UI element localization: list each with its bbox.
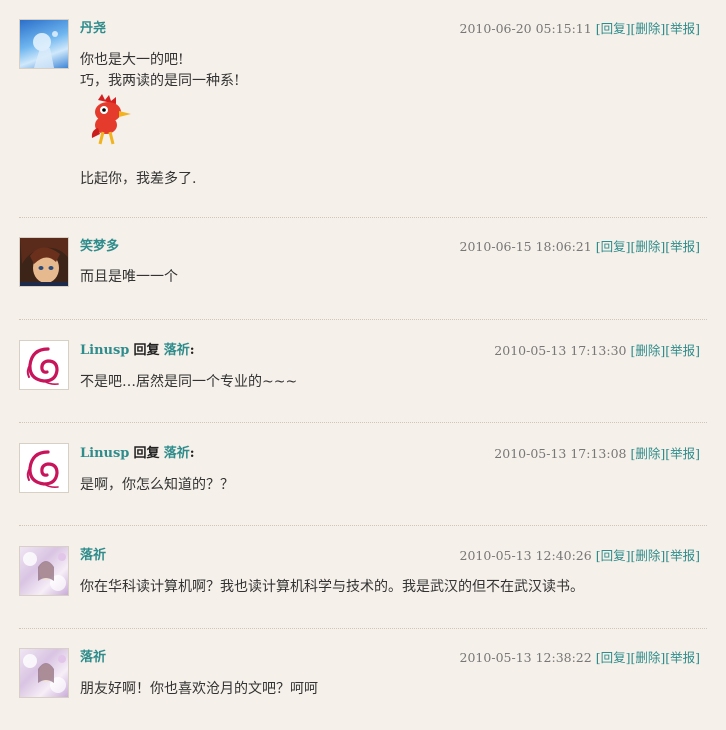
comment-divider — [19, 319, 707, 320]
comment-header: 落祈 2010-05-13 12:38:22 [回复][删除][举报] — [80, 648, 700, 668]
comment-line: 巧，我两读的是同一种系! — [80, 73, 240, 89]
comment-header: Linusp 回复 落祈: 2010-05-13 17:13:08 [删除][举… — [80, 444, 700, 464]
debian-swirl-icon — [26, 347, 59, 385]
comment-author[interactable]: Linusp — [80, 343, 129, 358]
reply-button[interactable]: [回复] — [596, 650, 631, 665]
comment-time: 2010-05-13 12:38:22 — [459, 650, 592, 665]
avatar-image-icon — [23, 552, 66, 591]
comment-item: 丹尧 2010-06-20 05:15:11 [回复][删除][举报] 你也是大… — [19, 19, 707, 209]
comment-divider — [19, 217, 707, 218]
comment-line: 是啊，你怎么知道的？？ — [80, 477, 234, 493]
delete-button[interactable]: [删除] — [630, 548, 665, 563]
comment-item: 落祈 2010-05-13 12:40:26 [回复][删除][举报] 你在华科… — [19, 546, 707, 606]
comment-meta: 2010-06-20 05:15:11 [回复][删除][举报] — [460, 19, 700, 39]
report-button[interactable]: [举报] — [665, 21, 700, 36]
comment-author[interactable]: 落祈 — [80, 548, 106, 563]
comment-body: 不是吧…居然是同一个专业的~~~ — [80, 372, 700, 393]
reply-button[interactable]: [回复] — [596, 239, 631, 254]
comment-time: 2010-05-13 17:13:30 — [494, 343, 627, 358]
avatar[interactable] — [19, 443, 69, 493]
avatar[interactable] — [19, 237, 69, 287]
rooster-emoticon-icon — [91, 94, 131, 145]
comment-item: Linusp 回复 落祈: 2010-05-13 17:13:30 [删除][举… — [19, 340, 707, 400]
delete-button[interactable]: [删除] — [630, 239, 665, 254]
report-button[interactable]: [举报] — [665, 548, 700, 563]
report-button[interactable]: [举报] — [665, 343, 700, 358]
comment-meta: 2010-05-13 12:38:22 [回复][删除][举报] — [460, 648, 700, 668]
reply-target-author[interactable]: 落祈 — [164, 446, 190, 461]
comment-line: 而且是唯一一个 — [80, 269, 178, 285]
reply-colon: : — [189, 446, 195, 461]
comment-item: 笑梦多 2010-06-15 18:06:21 [回复][删除][举报] 而且是… — [19, 237, 707, 297]
debian-swirl-icon — [26, 450, 59, 488]
delete-button[interactable]: [删除] — [630, 21, 665, 36]
comment-author[interactable]: Linusp — [80, 446, 129, 461]
comment-item: Linusp 回复 落祈: 2010-05-13 17:13:08 [删除][举… — [19, 443, 707, 503]
comment-body: 你在华科读计算机啊？我也读计算机科学与技术的。我是武汉的但不在武汉读书。 — [80, 577, 700, 598]
comment-time: 2010-05-13 17:13:08 — [494, 446, 627, 461]
delete-button[interactable]: [删除] — [630, 446, 665, 461]
reply-word: 回复 — [133, 446, 160, 461]
avatar-image-icon — [23, 654, 66, 693]
comment-time: 2010-06-20 05:15:11 — [459, 21, 592, 36]
comment-time: 2010-06-15 18:06:21 — [459, 239, 592, 254]
avatar-image-icon — [20, 238, 68, 286]
avatar[interactable] — [19, 340, 69, 390]
comment-item: 落祈 2010-05-13 12:38:22 [回复][删除][举报] 朋友好啊… — [19, 648, 707, 708]
comment-meta: 2010-05-13 12:40:26 [回复][删除][举报] — [460, 546, 700, 566]
report-button[interactable]: [举报] — [665, 446, 700, 461]
comment-line: 朋友好啊！你也喜欢沧月的文吧？呵呵 — [80, 681, 318, 697]
comment-author[interactable]: 笑梦多 — [80, 239, 119, 254]
comment-line: 不是吧…居然是同一个专业的~~~ — [80, 374, 298, 390]
avatar[interactable] — [19, 648, 69, 698]
comment-body: 朋友好啊！你也喜欢沧月的文吧？呵呵 — [80, 679, 700, 700]
comment-author[interactable]: 落祈 — [80, 650, 106, 665]
avatar[interactable] — [19, 546, 69, 596]
reply-target-author[interactable]: 落祈 — [164, 343, 190, 358]
reply-colon: : — [189, 343, 195, 358]
comment-body: 你也是大一的吧! 巧，我两读的是同一种系! 比起你，我差多了. — [80, 50, 700, 190]
comment-body: 是啊，你怎么知道的？？ — [80, 475, 700, 496]
comment-header: 笑梦多 2010-06-15 18:06:21 [回复][删除][举报] — [80, 237, 700, 257]
comment-header: Linusp 回复 落祈: 2010-05-13 17:13:30 [删除][举… — [80, 341, 700, 361]
report-button[interactable]: [举报] — [665, 239, 700, 254]
delete-button[interactable]: [删除] — [630, 343, 665, 358]
delete-button[interactable]: [删除] — [630, 650, 665, 665]
avatar-image-icon — [33, 31, 58, 68]
reply-word: 回复 — [133, 343, 160, 358]
comment-author[interactable]: 丹尧 — [80, 21, 106, 36]
comment-time: 2010-05-13 12:40:26 — [459, 548, 592, 563]
comment-meta: 2010-06-15 18:06:21 [回复][删除][举报] — [460, 237, 700, 257]
comment-meta: 2010-05-13 17:13:08 [删除][举报] — [494, 444, 700, 464]
comment-header: 落祈 2010-05-13 12:40:26 [回复][删除][举报] — [80, 546, 700, 566]
reply-button[interactable]: [回复] — [596, 21, 631, 36]
emoticon-container — [80, 92, 700, 158]
reply-button[interactable]: [回复] — [596, 548, 631, 563]
comment-line: 比起你，我差多了. — [80, 171, 197, 187]
comment-header: 丹尧 2010-06-20 05:15:11 [回复][删除][举报] — [80, 19, 700, 39]
comment-meta: 2010-05-13 17:13:30 [删除][举报] — [494, 341, 700, 361]
avatar[interactable] — [19, 19, 69, 69]
comment-divider — [19, 628, 707, 629]
comment-divider — [19, 422, 707, 423]
comment-line: 你在华科读计算机啊？我也读计算机科学与技术的。我是武汉的但不在武汉读书。 — [80, 579, 584, 595]
comment-body: 而且是唯一一个 — [80, 267, 700, 288]
comment-divider — [19, 525, 707, 526]
comment-line: 你也是大一的吧! — [80, 52, 184, 68]
report-button[interactable]: [举报] — [665, 650, 700, 665]
